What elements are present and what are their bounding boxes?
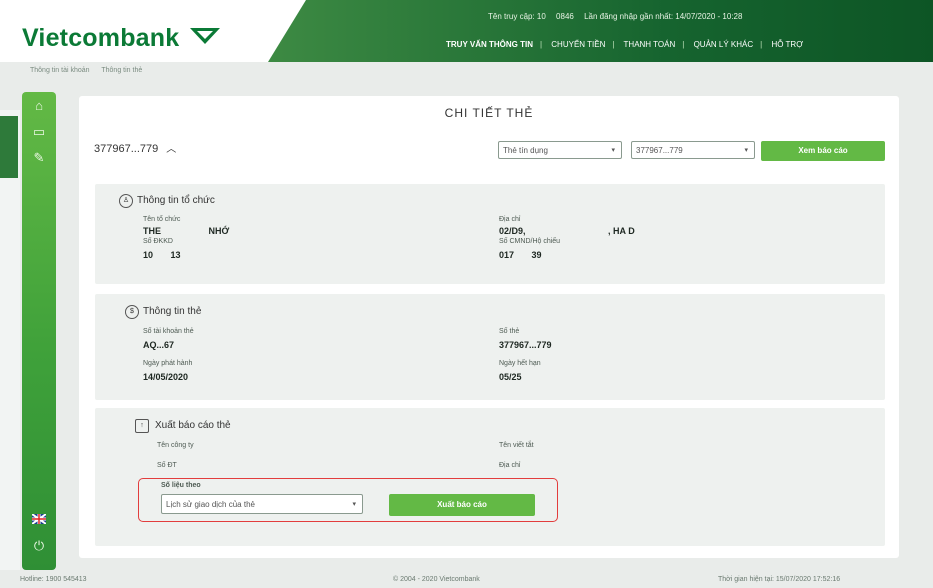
tools-icon[interactable]: ✎	[31, 150, 47, 166]
nav-chuyen-tien[interactable]: CHUYỂN TIỀN	[551, 40, 605, 49]
breadcrumb-item-card[interactable]: Thông tin thẻ	[101, 67, 142, 74]
card-number-value: 377967...779	[499, 340, 552, 350]
nav-ho-tro[interactable]: HỖ TRỢ	[771, 40, 803, 49]
issue-date-value: 14/05/2020	[143, 372, 189, 382]
logo[interactable]: Vietcombank	[22, 24, 179, 53]
nav-quan-ly-khac[interactable]: QUẢN LÝ KHÁC	[694, 40, 754, 49]
username-suffix: 0846	[556, 12, 574, 21]
nav-thanh-toan[interactable]: THANH TOÁN	[624, 40, 676, 49]
dropdown-arrow-icon: ▾	[744, 147, 748, 154]
header-user-info: Tên truy cập: 10 0846 Lần đăng nhập gần …	[488, 12, 750, 21]
card-number-text: 377967...779	[94, 143, 159, 155]
card-number-header[interactable]: 377967...779 ︿	[94, 140, 176, 155]
background-window	[0, 110, 20, 570]
header-banner	[268, 0, 933, 62]
phone-label: Số ĐT	[157, 462, 177, 469]
id-label: Số CMND/Hộ chiếu	[499, 238, 561, 245]
card-number-select[interactable]: 377967...779 ▾	[631, 141, 755, 159]
username-text: Tên truy cập: 10	[488, 12, 546, 21]
nav-truy-van[interactable]: TRUY VẤN THÔNG TIN	[446, 40, 533, 49]
page-title: CHI TIẾT THẺ	[444, 106, 534, 120]
nav-separator: |	[612, 40, 615, 49]
export-panel-title: Xuất báo cáo thẻ	[155, 420, 231, 431]
card-number-label: Số thẻ	[499, 328, 520, 335]
copyright-text: © 2004 - 2020 Vietcombank	[393, 576, 480, 583]
last-login-text: Lần đăng nhập gần nhất: 14/07/2020 - 10:…	[584, 12, 743, 21]
export-icon: ↑	[135, 419, 149, 433]
header: Vietcombank Tên truy cập: 10 0846 Lần đă…	[0, 0, 933, 62]
card-info-panel: $ Thông tin thẻ Số tài khoản thẻ AQ...67…	[95, 294, 885, 400]
nav-separator: |	[539, 40, 543, 49]
export-address-label: Địa chỉ	[499, 462, 521, 469]
card-account-label: Số tài khoản thẻ	[143, 328, 194, 335]
card-icon[interactable]: ▭	[31, 124, 47, 140]
card-number-select-value: 377967...779	[636, 146, 683, 155]
expiry-label: Ngày hết hạn	[499, 360, 541, 367]
export-report-panel: ↑ Xuất báo cáo thẻ Tên công ty Tên viết …	[95, 408, 885, 546]
breadcrumb: Thông tin tài khoản Thông tin thẻ	[30, 67, 152, 74]
nav-separator: |	[760, 40, 763, 49]
home-icon[interactable]: ⌂	[31, 98, 47, 114]
view-report-button[interactable]: Xem báo cáo	[761, 141, 885, 161]
org-panel-title: Thông tin tổ chức	[137, 195, 215, 206]
org-name-value: THE NHỚ	[143, 226, 230, 236]
org-info-panel: ♙ Thông tin tổ chức Tên tổ chức THE NHỚ …	[95, 184, 885, 284]
card-type-value: Thẻ tín dụng	[503, 146, 548, 155]
organization-icon: ♙	[119, 194, 133, 208]
session-time-text: Thời gian hiện tại: 15/07/2020 17:52:16	[718, 576, 841, 583]
card-info-icon: $	[125, 305, 139, 319]
breadcrumb-item-account[interactable]: Thông tin tài khoản	[30, 67, 90, 74]
company-label: Tên công ty	[157, 442, 194, 449]
address-value: 02/D9, , HA D	[499, 226, 635, 236]
logo-mark-icon	[190, 28, 220, 44]
card-account-value: AQ...67	[143, 340, 175, 350]
address-label: Địa chỉ	[499, 216, 521, 223]
highlight-box	[138, 478, 558, 522]
power-icon[interactable]: ⏻	[31, 538, 47, 554]
dropdown-arrow-icon: ▾	[611, 147, 615, 154]
expiry-value: 05/25	[499, 372, 522, 382]
main-nav: TRUY VẤN THÔNG TIN | CHUYỂN TIỀN | THANH T…	[446, 40, 810, 49]
sidebar: ⌂ ▭ ✎ ⏻	[22, 92, 56, 570]
tax-label: Số ĐKKD	[143, 238, 173, 245]
short-name-label: Tên viết tắt	[499, 442, 534, 449]
id-value: 017 39	[499, 250, 542, 260]
flag-icon[interactable]	[31, 512, 47, 528]
background-window-accent	[0, 116, 18, 178]
footer: Hotline: 1900 545413 © 2004 - 2020 Vietc…	[0, 572, 933, 588]
card-panel-title: Thông tin thẻ	[143, 306, 202, 317]
tax-value: 10 13	[143, 250, 181, 260]
chevron-up-icon[interactable]: ︿	[166, 144, 176, 155]
nav-separator: |	[682, 40, 685, 49]
org-name-label: Tên tổ chức	[143, 216, 181, 223]
card-type-select[interactable]: Thẻ tín dụng ▾	[498, 141, 622, 159]
issue-date-label: Ngày phát hành	[143, 360, 193, 367]
hotline-text: Hotline: 1900 545413	[20, 576, 87, 583]
